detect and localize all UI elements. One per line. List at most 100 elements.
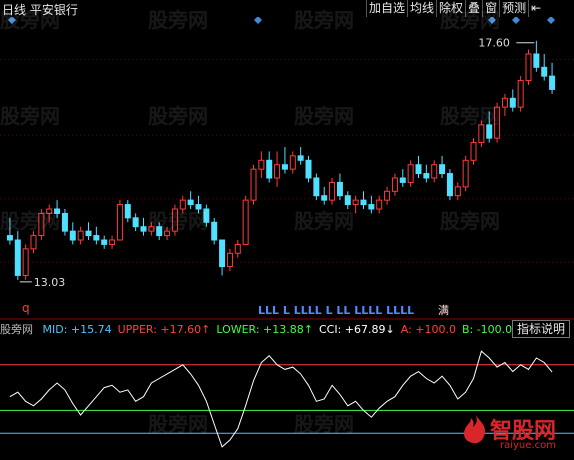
indicator-value-3: CCI: +67.89↓: [318, 323, 395, 336]
candle-body: [258, 159, 265, 170]
candle-body: [329, 181, 336, 201]
indicator-header: 股旁网 MID: +15.74 UPPER: +17.60↑ LOWER: +13.…: [0, 322, 524, 337]
candle-body: [156, 226, 163, 237]
candle-body: [501, 97, 508, 108]
candle-body: [22, 248, 29, 276]
indicator-value-5: B: -100.0: [461, 323, 513, 336]
candle-body: [46, 208, 53, 214]
candle-body: [148, 226, 155, 232]
event-marker: [512, 17, 520, 24]
signal-text: LLL L LLLL L LL LLLL LLLL: [258, 304, 414, 317]
candle-body: [164, 230, 171, 237]
candle-body: [109, 239, 116, 245]
candle-body: [439, 164, 446, 175]
candle-body: [69, 230, 76, 241]
candle-body: [517, 80, 524, 108]
candle-body: [305, 159, 312, 179]
candle-body: [6, 235, 13, 241]
candle-body: [360, 199, 367, 206]
candle-body: [132, 217, 139, 228]
candle-body: [494, 106, 501, 139]
candle-body: [242, 199, 249, 245]
signal-end-label: 满: [438, 304, 449, 317]
candle-body: [203, 208, 210, 223]
candle-body: [116, 204, 123, 241]
candle-body: [368, 204, 375, 210]
candle-body: [140, 226, 147, 232]
candle-body: [391, 177, 398, 192]
candle-body: [509, 97, 516, 108]
moving-average-button[interactable]: 均线: [407, 0, 437, 17]
event-marker: [254, 17, 262, 24]
candle-body: [274, 164, 281, 179]
candle-body: [281, 164, 288, 170]
candle-body: [77, 230, 84, 241]
ex-rights-button[interactable]: 除权: [436, 0, 466, 17]
indicator-prefix: 股旁网: [0, 323, 33, 336]
candle-body: [415, 164, 422, 175]
candle-body: [226, 252, 233, 268]
signal-q-label: q: [22, 301, 30, 315]
candle-body: [266, 159, 273, 179]
candle-body: [61, 212, 68, 232]
window-title: 日线 平安银行: [2, 3, 78, 17]
indicator-value-2: LOWER: +13.88↑: [216, 323, 313, 336]
candle-body: [54, 208, 61, 214]
toolbar: 加自选 均线 除权 叠 窗 预测 ⇤: [366, 0, 544, 17]
candle-body: [431, 164, 438, 179]
candle-body: [14, 239, 21, 276]
candle-body: [101, 239, 108, 245]
indicator-value-4: A: +100.0: [400, 323, 456, 336]
candle-body: [344, 195, 351, 206]
add-watchlist-button[interactable]: 加自选: [366, 0, 408, 17]
event-marker: [8, 17, 16, 24]
candle-body: [171, 208, 178, 232]
candle-body: [219, 239, 226, 268]
candle-body: [352, 199, 359, 206]
candle-body: [321, 195, 328, 201]
candle-body: [533, 53, 540, 68]
event-marker: [488, 17, 496, 24]
candle-body: [179, 199, 186, 210]
candle-body: [470, 142, 477, 161]
candle-body: [423, 173, 430, 179]
candle-body: [93, 235, 100, 241]
candle-body: [195, 204, 202, 210]
candle-body: [313, 177, 320, 197]
candle-body: [336, 181, 343, 197]
candle-body: [407, 164, 414, 183]
logo-url: raiyue.com: [500, 440, 556, 451]
forecast-button[interactable]: 预测: [499, 0, 529, 17]
candle-body: [486, 124, 493, 139]
high-price-label: 17.60: [478, 37, 510, 50]
candle-body: [30, 235, 37, 250]
candle-body: [289, 155, 296, 170]
candle-body: [478, 124, 485, 144]
candle-body: [211, 221, 218, 241]
candle-body: [399, 177, 406, 183]
indicator-values: MID: +15.74 UPPER: +17.60↑ LOWER: +13.88↑ C…: [43, 323, 519, 336]
candle-body: [525, 53, 532, 82]
candle-body: [462, 159, 469, 188]
candle-body: [297, 155, 304, 161]
candlestick-chart[interactable]: 17.60 13.03 q LLL L LLLL L LL LLLL LLLL 满: [0, 17, 574, 320]
window-button[interactable]: 窗: [482, 0, 500, 17]
candle-body: [541, 66, 548, 77]
indicator-value-1: UPPER: +17.60↑: [117, 323, 211, 336]
candle-body: [549, 75, 556, 90]
candle-body: [187, 199, 194, 206]
low-price-label: 13.03: [34, 276, 66, 289]
indicator-value-0: MID: +15.74: [42, 323, 112, 336]
candle-body: [250, 168, 257, 201]
candle-body: [124, 204, 131, 219]
candle-body: [446, 173, 453, 197]
overlay-button[interactable]: 叠: [465, 0, 483, 17]
candle-body: [454, 186, 461, 197]
event-marker: [547, 17, 555, 24]
flame-icon: [463, 414, 486, 444]
chart-window[interactable]: 日线 平安银行 加自选 均线 除权 叠 窗 预测 ⇤ 17.60 13.03 q LL…: [0, 0, 574, 460]
candle-body: [234, 243, 241, 254]
collapse-icon[interactable]: ⇤: [528, 0, 544, 17]
candle-body: [85, 230, 92, 237]
indicator-explain-button[interactable]: 指标说明: [511, 320, 570, 338]
